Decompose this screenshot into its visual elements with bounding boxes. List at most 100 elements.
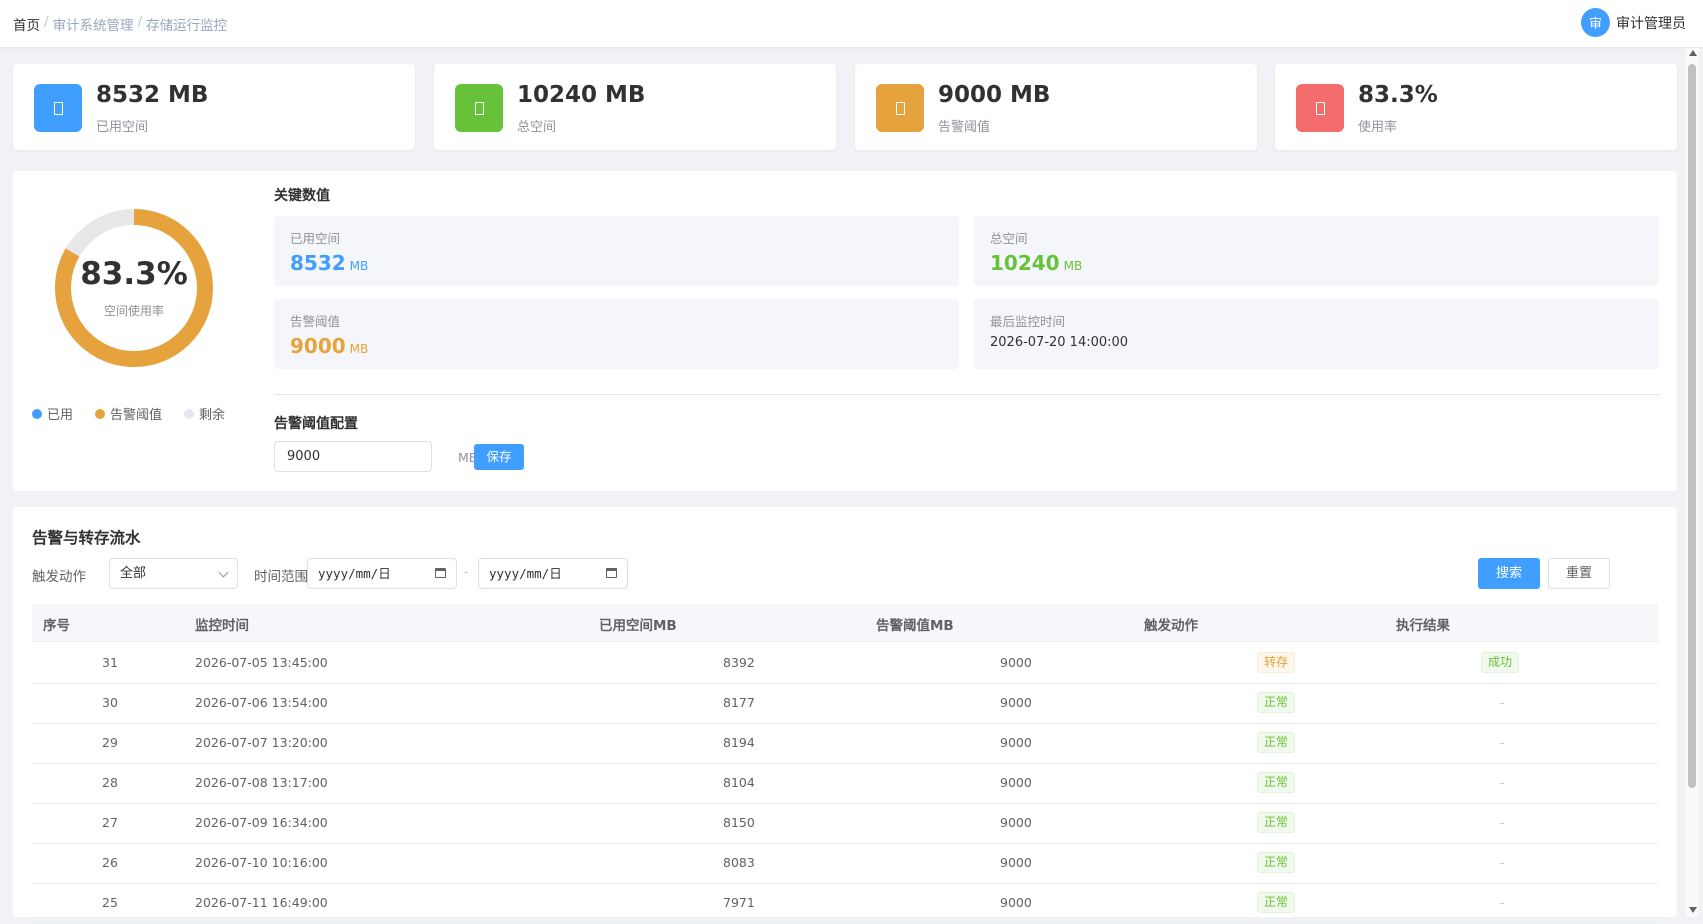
cell-threshold: 9000 [1000,695,1032,710]
cell-threshold: 9000 [1000,655,1032,670]
kv-label: 告警阈值 [290,314,341,329]
divider [274,394,1660,395]
cell-id: 29 [102,735,118,750]
chevron-down-icon [218,567,229,578]
table-row: 28 2026-07-08 13:17:00 8104 9000 正常 - [32,762,1658,804]
cell-id: 31 [102,655,118,670]
action-tag: 正常 [1257,812,1296,833]
key-values-title: 关键数值 [274,188,330,204]
scroll-down-arrow-icon[interactable] [1689,907,1697,913]
result-empty: - [1500,895,1505,910]
date-placeholder: yyyy/mm/日 [318,566,391,581]
cell-time: 2026-07-08 13:17:00 [195,775,328,790]
database-icon [455,84,503,132]
cell-threshold: 9000 [1000,735,1032,750]
kv-total: 总空间 10240 MB [974,216,1659,286]
breadcrumb-separator: / [137,14,143,30]
stat-value: 10240 MB [517,82,646,108]
breadcrumb: 首页 / 审计系统管理 / 存储运行监控 [13,14,227,34]
log-title: 告警与转存流水 [32,529,141,547]
range-filter-label: 时间范围 [254,569,308,585]
kv-number: 8532 [290,251,346,275]
action-tag: 转存 [1257,652,1296,673]
cell-used: 8177 [723,695,755,710]
legend-dot [32,408,42,419]
kv-number: 10240 [990,251,1060,275]
column-header: 执行结果 [1396,618,1450,634]
user-menu[interactable]: 审 审计管理员 [1581,8,1686,37]
cell-threshold: 9000 [1000,775,1032,790]
breadcrumb-separator: / [44,14,49,30]
result-empty: - [1500,735,1505,750]
column-header: 监控时间 [195,618,249,634]
threshold-input[interactable]: 9000 [274,441,432,472]
avatar[interactable]: 审 [1581,8,1610,37]
column-header: 已用空间MB [599,618,677,634]
stat-card-usage-rate: 83.3% 使用率 [1275,64,1677,150]
action-tag: 正常 [1257,692,1296,713]
kv-used: 已用空间 8532 MB [274,216,959,286]
cell-id: 26 [102,855,118,870]
cell-used: 8392 [723,655,755,670]
result-tag: 成功 [1481,652,1520,673]
monitor-panel: 83.3% 空间使用率 已用 告警阈值 剩余 关键数值 已用空间 8532 MB … [13,171,1677,491]
legend-label: 告警阈值 [110,408,163,423]
legend-dot [95,408,106,419]
scroll-up-arrow-icon[interactable] [1689,50,1697,56]
date-placeholder: yyyy/mm/日 [489,566,562,581]
legend-dot [184,408,195,419]
cell-id: 27 [102,815,118,830]
cell-time: 2026-07-06 13:54:00 [195,695,328,710]
kv-value: 10240 MB [990,251,1082,275]
usage-ring: 83.3% 空间使用率 [54,208,214,368]
stat-value: 8532 MB [96,82,209,108]
kv-value: 8532 MB [290,251,368,275]
cell-used: 8104 [723,775,755,790]
result-empty: - [1500,855,1505,870]
scroll-thumb[interactable] [1688,64,1696,788]
cell-time: 2026-07-10 10:16:00 [195,855,328,870]
legend-item-remaining: 剩余 [184,404,225,423]
table-row: 31 2026-07-05 13:45:00 8392 9000 转存 成功 [32,642,1658,684]
chart-icon [1296,84,1344,132]
breadcrumb-parent: 审计系统管理 [52,18,134,34]
top-bar: 首页 / 审计系统管理 / 存储运行监控 审 审计管理员 [0,0,1703,47]
cell-time: 2026-07-11 16:49:00 [195,895,328,910]
legend-item-threshold: 告警阈值 [95,404,162,423]
action-tag: 正常 [1257,732,1296,753]
legend-label: 已用 [47,408,74,423]
reset-button[interactable]: 重置 [1548,558,1610,589]
cell-threshold: 9000 [1000,895,1032,910]
legend-label: 剩余 [199,408,226,423]
action-select[interactable]: 全部 [109,558,238,589]
calendar-icon[interactable] [435,568,446,578]
end-date-input[interactable]: yyyy/mm/日 [478,558,628,589]
kv-threshold: 告警阈值 9000 MB [274,299,959,369]
user-name[interactable]: 审计管理员 [1616,13,1686,33]
result-empty: - [1500,815,1505,830]
result-empty: - [1500,695,1505,710]
table-row: 26 2026-07-10 10:16:00 8083 9000 正常 - [32,842,1658,884]
start-date-input[interactable]: yyyy/mm/日 [307,558,457,589]
column-header: 告警阈值MB [876,618,954,634]
action-filter-label: 触发动作 [32,569,86,585]
search-button[interactable]: 搜索 [1478,558,1540,589]
calendar-icon[interactable] [606,568,617,578]
table-row: 25 2026-07-11 16:49:00 7971 9000 正常 - [32,882,1658,924]
kv-unit: MB [349,342,369,356]
result-empty: - [1500,775,1505,790]
stat-label: 告警阈值 [938,120,991,135]
breadcrumb-home[interactable]: 首页 [13,14,40,34]
save-button[interactable]: 保存 [474,444,524,470]
kv-label: 总空间 [990,231,1028,246]
stat-card-used: 8532 MB 已用空间 [13,64,415,150]
breadcrumb-current: 存储运行监控 [146,18,228,34]
cell-time: 2026-07-07 13:20:00 [195,735,328,750]
kv-number: 9000 [290,334,346,358]
page-scrollbar[interactable] [1686,48,1699,917]
cell-used: 8083 [723,855,755,870]
warning-icon [876,84,924,132]
stat-value: 9000 MB [938,82,1051,108]
stat-card-threshold: 9000 MB 告警阈值 [855,64,1257,150]
stat-label: 已用空间 [96,120,149,135]
